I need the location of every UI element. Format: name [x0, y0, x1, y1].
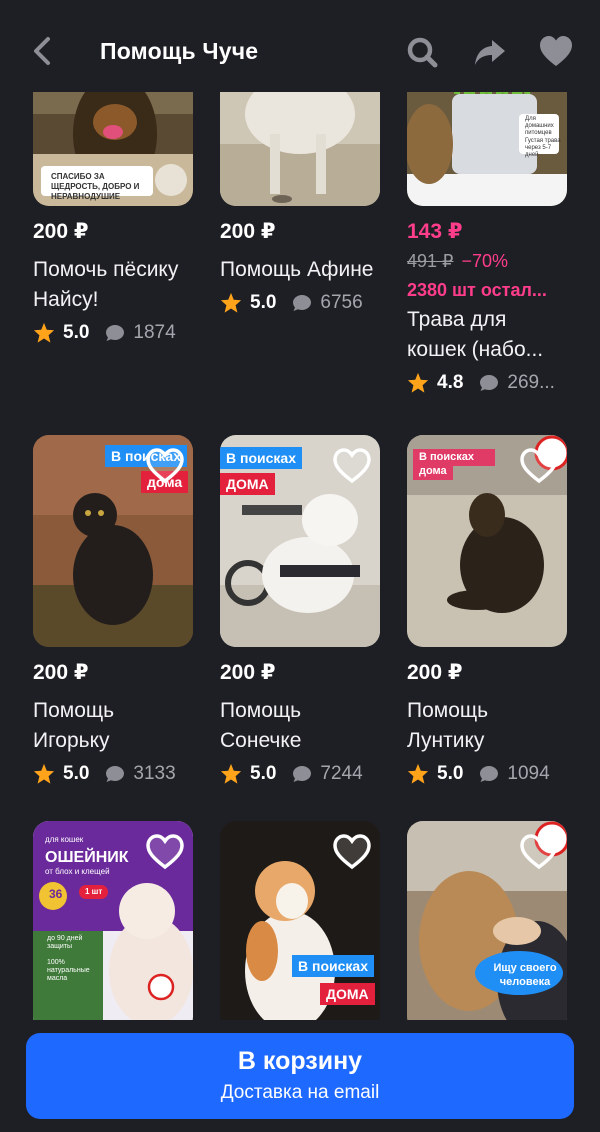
rating-value: 5.0	[63, 322, 90, 343]
badge-text: до 90 дней защиты	[47, 935, 83, 950]
rating-row: 5.0 1874	[33, 319, 193, 347]
product-name: Помочь пёсику Найсу!	[33, 258, 179, 311]
star-icon	[220, 292, 242, 313]
product-image: В поисках ДОМА	[220, 435, 380, 647]
old-price-row: 491 ₽ −70%	[407, 251, 567, 272]
rating-value: 4.8	[437, 372, 464, 393]
reviews-count: 3133	[133, 763, 176, 784]
product-price: 200 ₽	[220, 220, 276, 243]
product-image: для кошек ОШЕЙНИК от блох и клещей 36 1 …	[33, 821, 193, 1033]
star-icon	[407, 763, 429, 784]
badge-text: 36	[49, 887, 63, 901]
heart-outline-icon[interactable]	[519, 833, 559, 871]
product-card[interactable]: В поисках ДОМА 200 ₽ Помощь Сонечке 5.0 …	[220, 435, 380, 788]
share-icon[interactable]	[472, 34, 508, 70]
status-tag: ДОМА	[220, 473, 275, 495]
product-price: 200 ₽	[33, 661, 89, 684]
product-card[interactable]: В поисках дома 200 ₽ Помощь Лунтику 5.0 …	[407, 435, 567, 788]
status-tag: В поисках	[220, 447, 302, 469]
product-image: Ищу своего человека	[407, 821, 567, 1033]
product-card[interactable]: Ищу своего человека	[407, 821, 567, 1033]
product-name: Помощь Игорьку	[33, 699, 115, 752]
page-title: Помощь Чуче	[100, 38, 259, 64]
product-image: В поисках ДОМА	[220, 821, 380, 1033]
reviews-count: 7244	[320, 763, 363, 784]
heart-outline-icon[interactable]	[519, 447, 559, 485]
product-price: 200 ₽	[220, 661, 276, 684]
heart-outline-icon[interactable]	[332, 833, 372, 871]
delivery-note: Доставка на email	[220, 1082, 380, 1103]
heart-outline-icon[interactable]	[145, 447, 185, 485]
status-tag: ДОМА	[320, 983, 375, 1005]
rating-value: 5.0	[437, 763, 464, 784]
search-icon[interactable]	[404, 34, 440, 70]
image-banner-text: Густая трава через 5-7 дней	[525, 138, 561, 158]
star-icon	[33, 322, 55, 343]
stock-remaining: 2380 шт остал...	[407, 280, 547, 300]
product-image: В поисках дома	[33, 435, 193, 647]
rating-row: 5.0 7244	[220, 760, 380, 788]
heart-outline-icon[interactable]	[332, 447, 372, 485]
product-price: 200 ₽	[407, 661, 463, 684]
badge-text: 100% натуральные масла	[47, 959, 90, 982]
reviews-bubble-icon	[293, 295, 312, 311]
favorites-heart-icon[interactable]	[538, 34, 574, 70]
reviews-bubble-icon	[293, 766, 312, 782]
rating-value: 5.0	[63, 763, 90, 784]
product-name: Помощь Афине	[220, 258, 374, 281]
rating-row: 5.0 1094	[407, 760, 567, 788]
badge-text: 1 шт	[79, 885, 109, 899]
heart-outline-icon[interactable]	[145, 833, 185, 871]
product-name: Помощь Лунтику	[407, 699, 489, 752]
product-card[interactable]: В поисках ДОМА	[220, 821, 380, 1033]
add-to-cart-button[interactable]: В корзину Доставка на email	[26, 1033, 574, 1119]
rating-row: 5.0 6756	[220, 289, 380, 317]
image-banner-text: СПАСИБО ЗА ЩЕДРОСТЬ, ДОБРО И НЕРАВНОДУШИ…	[51, 172, 140, 201]
reviews-count: 269...	[507, 372, 555, 393]
star-icon	[407, 372, 429, 393]
top-bar: Помощь Чуче	[0, 0, 600, 92]
badge-text: для кошек	[45, 835, 84, 844]
reviews-bubble-icon	[106, 766, 125, 782]
old-price: 491 ₽	[407, 251, 454, 271]
product-card[interactable]: В поисках дома 200 ₽ Помощь Игорьку 5.0 …	[33, 435, 193, 788]
product-card[interactable]: для кошек ОШЕЙНИК от блох и клещей 36 1 …	[33, 821, 193, 1033]
star-icon	[220, 763, 242, 784]
rating-row: 4.8 269...	[407, 369, 567, 397]
product-image: В поисках дома	[407, 435, 567, 647]
rating-row: 5.0 3133	[33, 760, 193, 788]
status-tag: дома	[413, 463, 453, 480]
rating-value: 5.0	[250, 292, 277, 313]
reviews-bubble-icon	[106, 325, 125, 341]
product-name: Трава для кошек (набо...	[407, 308, 544, 361]
reviews-count: 1874	[133, 322, 176, 343]
discount-badge: −70%	[461, 251, 509, 271]
add-to-cart-label: В корзину	[237, 1047, 363, 1075]
product-price: 143 ₽	[407, 220, 463, 243]
reviews-count: 6756	[320, 292, 363, 313]
speech-bubble-text: Ищу своего человека	[493, 962, 557, 988]
badge-text: от блох и клещей	[45, 867, 110, 876]
reviews-count: 1094	[507, 763, 550, 784]
back-arrow-icon[interactable]	[28, 34, 58, 68]
product-name: Помощь Сонечке	[220, 699, 302, 752]
product-price: 200 ₽	[33, 220, 89, 243]
rating-value: 5.0	[250, 763, 277, 784]
status-tag: В поисках	[292, 955, 374, 977]
star-icon	[33, 763, 55, 784]
reviews-bubble-icon	[480, 766, 499, 782]
reviews-bubble-icon	[480, 375, 499, 391]
